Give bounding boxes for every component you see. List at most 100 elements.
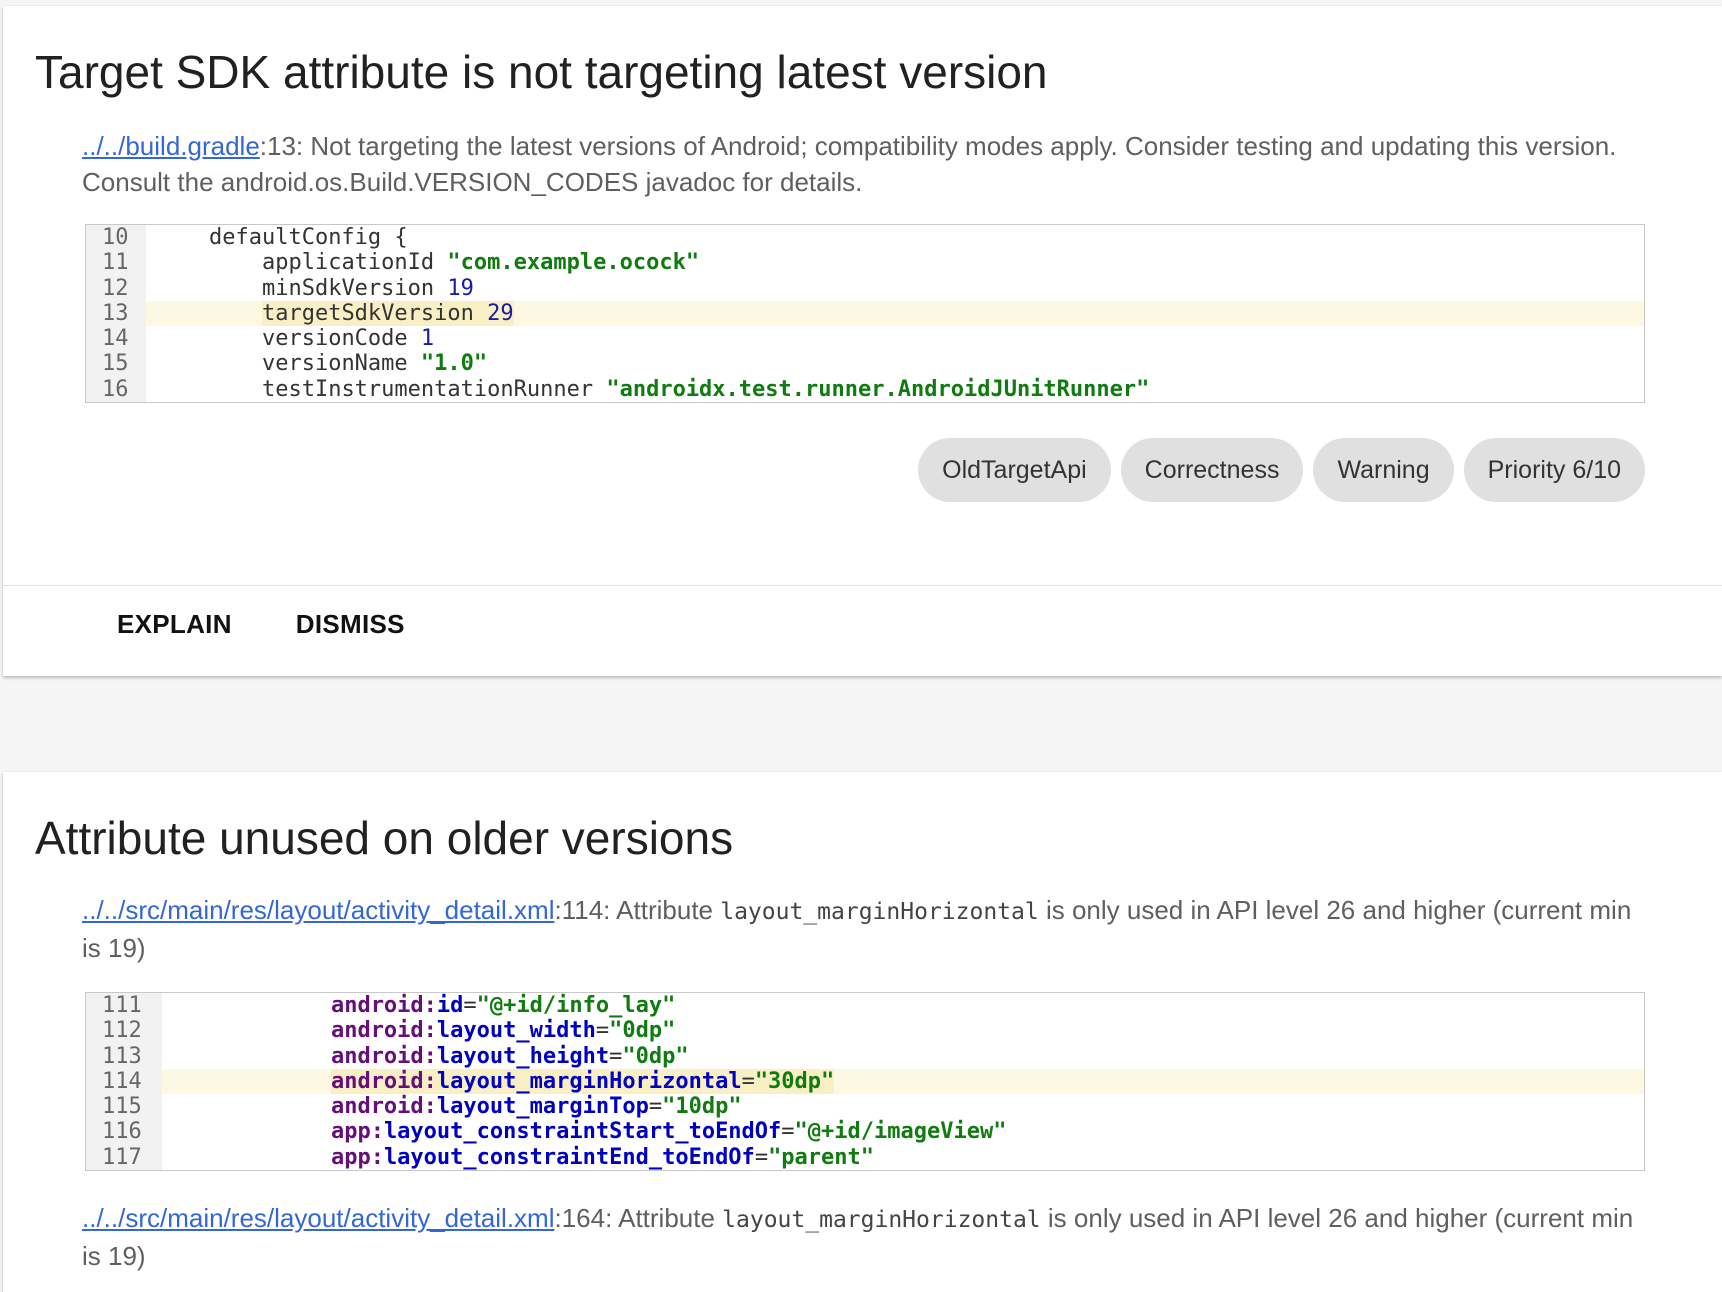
code-content: android:id="@+id/info_lay" <box>331 993 675 1018</box>
code-token: android: <box>330 1043 437 1069</box>
code-line: 16 testInstrumentationRunner "androidx.t… <box>86 376 1644 403</box>
code-line: 10 defaultConfig { <box>86 225 1644 251</box>
code-token: 19 <box>447 275 474 301</box>
code-token: 29 <box>487 300 514 326</box>
code-content: testInstrumentationRunner "androidx.test… <box>262 377 1149 402</box>
card-divider <box>3 585 1722 586</box>
code-text: android:id="@+id/info_lay" <box>172 993 675 1018</box>
code-content: android:layout_height="0dp" <box>331 1044 689 1069</box>
chip-issue-id: OldTargetApi <box>918 438 1111 502</box>
file-location-link[interactable]: ../../build.gradle <box>82 131 260 161</box>
code-token: versionCode <box>261 326 421 352</box>
chip-severity: Warning <box>1313 438 1454 502</box>
line-number: 114 <box>86 1068 162 1095</box>
code-token: = <box>648 1094 663 1120</box>
code-token: layout_marginHorizontal <box>436 1068 742 1094</box>
code-token: minSdkVersion <box>261 275 448 301</box>
code-token: layout_width <box>436 1018 596 1044</box>
file-location-link[interactable]: ../../src/main/res/layout/activity_detai… <box>82 895 554 925</box>
chip-category: Correctness <box>1120 438 1304 502</box>
code-text: android:layout_marginTop="10dp" <box>172 1094 742 1119</box>
code-text: testInstrumentationRunner "androidx.test… <box>156 377 1149 402</box>
file-location-link[interactable]: ../../src/main/res/layout/activity_detai… <box>82 1203 554 1233</box>
code-snippet: 10 defaultConfig {11 applicationId "com.… <box>85 224 1645 404</box>
code-token: android: <box>330 1068 437 1094</box>
line-number-label: :164: <box>554 1203 619 1233</box>
code-line: 115 android:layout_marginTop="10dp" <box>86 1094 1644 1120</box>
code-content: app:layout_constraintEnd_toEndOf="parent… <box>331 1145 874 1170</box>
code-line: 15 versionName "1.0" <box>86 351 1644 377</box>
code-content: applicationId "com.example.ocock" <box>262 250 699 275</box>
code-content: minSdkVersion 19 <box>262 276 474 301</box>
issue-card-target-sdk: Target SDK attribute is not targeting la… <box>3 6 1722 676</box>
code-line: 11 applicationId "com.example.ocock" <box>86 250 1644 276</box>
code-text: app:layout_constraintStart_toEndOf="@+id… <box>172 1119 1007 1144</box>
code-content: defaultConfig { <box>209 225 408 250</box>
code-token: = <box>463 993 477 1018</box>
line-number: 14 <box>86 326 146 352</box>
code-line: 117 app:layout_constraintEnd_toEndOf="pa… <box>86 1144 1644 1171</box>
dismiss-button[interactable]: DISMISS <box>296 609 405 640</box>
line-number: 113 <box>86 1043 162 1069</box>
code-token: "@+id/imageView" <box>794 1119 1007 1145</box>
code-token: "com.example.ocock" <box>447 250 700 276</box>
code-snippet: 111 android:id="@+id/info_lay" 112 androi… <box>85 992 1645 1172</box>
code-token: layout_marginTop <box>436 1094 649 1120</box>
line-number: 115 <box>86 1094 162 1120</box>
code-content: versionName "1.0" <box>262 351 487 376</box>
attribute-code: layout_marginHorizontal <box>720 899 1039 925</box>
issue-title: Target SDK attribute is not targeting la… <box>35 46 1048 98</box>
code-token: layout_constraintEnd_toEndOf <box>383 1144 755 1170</box>
code-token: 1 <box>420 326 435 352</box>
code-content: android:layout_marginHorizontal="30dp" <box>330 1068 835 1094</box>
code-token: app: <box>330 1119 384 1145</box>
code-token: "0dp" <box>609 1018 676 1044</box>
code-token: = <box>741 1068 755 1094</box>
code-line: 13 targetSdkVersion 29 <box>86 300 1644 327</box>
code-token: = <box>781 1119 795 1145</box>
issue-chips: OldTargetApi Correctness Warning Priorit… <box>918 438 1645 502</box>
code-content: targetSdkVersion 29 <box>261 300 514 326</box>
code-line: 12 minSdkVersion 19 <box>86 275 1644 301</box>
code-token: android: <box>330 993 437 1018</box>
code-text: android:layout_width="0dp" <box>172 1018 675 1043</box>
line-number: 12 <box>86 275 146 301</box>
attribute-code: layout_marginHorizontal <box>722 1207 1041 1233</box>
line-number: 117 <box>86 1144 162 1171</box>
code-token: "30dp" <box>754 1068 835 1094</box>
warning-message: ../../build.gradle:13: Not targeting the… <box>82 128 1652 200</box>
code-token: = <box>609 1043 623 1069</box>
code-token: layout_constraintStart_toEndOf <box>383 1119 782 1145</box>
line-number: 116 <box>86 1119 162 1145</box>
code-text: targetSdkVersion 29 <box>156 300 514 326</box>
code-text: android:layout_marginHorizontal="30dp" <box>172 1068 835 1094</box>
explain-button[interactable]: EXPLAIN <box>117 609 232 640</box>
code-token: = <box>595 1018 610 1044</box>
code-line: 116 app:layout_constraintStart_toEndOf="… <box>86 1119 1644 1145</box>
warning-message: ../../src/main/res/layout/activity_detai… <box>82 1200 1652 1274</box>
line-number: 112 <box>86 1018 162 1044</box>
warning-description-prefix: Attribute <box>618 1203 723 1233</box>
code-line: 14 versionCode 1 <box>86 326 1644 352</box>
code-token: "1.0" <box>420 351 488 377</box>
code-line: 113 android:layout_height="0dp" <box>86 1043 1644 1069</box>
chip-priority: Priority 6/10 <box>1463 438 1645 502</box>
code-token: android: <box>330 1094 437 1120</box>
line-number-label: :114: <box>554 895 617 925</box>
code-token: applicationId <box>261 250 448 276</box>
code-token: "parent" <box>768 1144 875 1170</box>
code-token: "10dp" <box>662 1094 742 1120</box>
code-content: app:layout_constraintStart_toEndOf="@+id… <box>331 1119 1007 1144</box>
code-token: testInstrumentationRunner <box>261 376 607 402</box>
code-token: = <box>754 1144 769 1170</box>
code-content: versionCode 1 <box>262 326 434 351</box>
